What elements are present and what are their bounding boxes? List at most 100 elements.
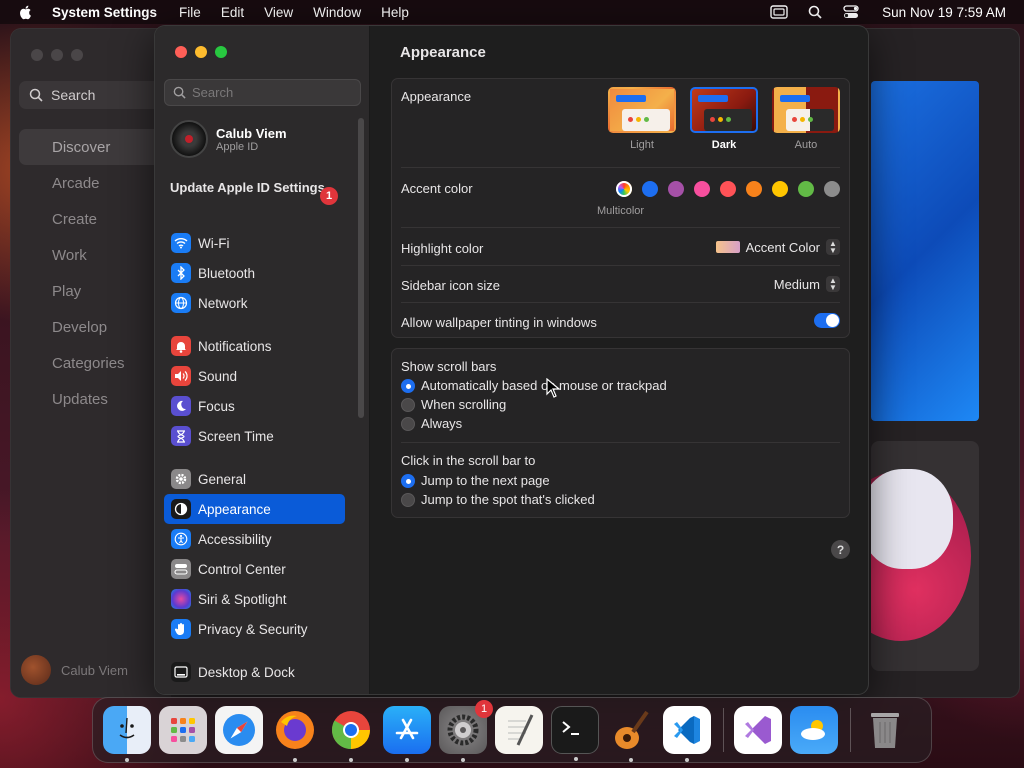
sidebar-scrollbar[interactable] [358, 118, 364, 418]
accent-color-label: Accent color [401, 181, 473, 196]
app-store-nav-updates[interactable]: Updates [19, 381, 167, 417]
sidebar-item-wifi[interactable]: Wi-Fi [164, 228, 345, 258]
appearance-option-auto[interactable]: Auto [772, 87, 840, 151]
accent-pink-swatch[interactable] [694, 181, 710, 197]
menu-edit[interactable]: Edit [221, 5, 244, 20]
accent-orange-swatch[interactable] [746, 181, 762, 197]
app-store-nav-arcade[interactable]: Arcade [19, 165, 167, 201]
finder-icon[interactable] [103, 706, 151, 762]
trash-icon[interactable] [861, 706, 909, 754]
highlight-color-popup[interactable]: Accent Color ▲ ▼ [715, 239, 840, 255]
sidebar-item-label: Sound [198, 368, 238, 384]
settings-search-field[interactable] [164, 79, 361, 106]
appearance-pane: Appearance Appearance Light Dark Auto Ac… [371, 26, 868, 694]
sidebar-item-accessibility[interactable]: Accessibility [164, 524, 345, 554]
menu-app-name[interactable]: System Settings [52, 5, 157, 20]
visual-studio-icon[interactable] [734, 706, 782, 754]
highlight-color-label: Highlight color [401, 241, 484, 256]
accent-green-swatch[interactable] [798, 181, 814, 197]
app-store-search-placeholder: Search [51, 87, 96, 103]
featured-banner[interactable] [871, 81, 979, 421]
sidebar-item-notifications[interactable]: Notifications [164, 331, 345, 361]
appearance-label: Appearance [401, 89, 472, 104]
sidebar-icon-size-popup[interactable]: Medium ▲ ▼ [774, 276, 840, 292]
vscode-icon[interactable] [663, 706, 711, 762]
system-settings-icon[interactable]: 1 [439, 700, 493, 762]
app-store-nav-develop[interactable]: Develop [19, 309, 167, 345]
sidebar-item-label: Accessibility [198, 531, 272, 547]
apple-id-profile[interactable]: Calub Viem Apple ID [170, 120, 287, 158]
sidebar-item-label: Screen Time [198, 428, 274, 444]
app-store-account[interactable]: Calub Viem [21, 655, 128, 685]
menu-window[interactable]: Window [313, 5, 361, 20]
accent-purple-swatch[interactable] [668, 181, 684, 197]
radio-scroll-always[interactable]: Always [401, 416, 462, 431]
sidebar-item-bluetooth[interactable]: Bluetooth [164, 258, 345, 288]
terminal-icon[interactable] [551, 706, 599, 761]
menu-file[interactable]: File [179, 5, 201, 20]
divider [401, 167, 840, 168]
wallpaper-tinting-toggle[interactable] [814, 313, 840, 328]
firefox-icon[interactable] [271, 706, 319, 762]
sidebar-item-sound[interactable]: Sound [164, 361, 345, 391]
sidebar-item-appearance[interactable]: Appearance [164, 494, 345, 524]
app-store-search-field[interactable]: Search [19, 81, 169, 109]
radio-scroll-when-scrolling[interactable]: When scrolling [401, 397, 506, 412]
chrome-icon[interactable] [327, 706, 375, 762]
minimize-button[interactable] [195, 46, 207, 58]
safari-icon[interactable] [215, 706, 263, 754]
accent-blue-swatch[interactable] [642, 181, 658, 197]
radio-scroll-automatic[interactable]: Automatically based on mouse or trackpad [401, 378, 667, 393]
appearance-option-light[interactable]: Light [608, 87, 676, 151]
help-button[interactable]: ? [831, 540, 850, 559]
sidebar-item-label: Siri & Spotlight [198, 591, 287, 607]
app-store-icon[interactable] [383, 706, 431, 762]
sidebar-item-network[interactable]: Network [164, 288, 345, 318]
app-store-nav-work[interactable]: Work [19, 237, 167, 273]
app-store-nav-discover[interactable]: Discover [19, 129, 167, 165]
menu-view[interactable]: View [264, 5, 293, 20]
accent-red-swatch[interactable] [720, 181, 736, 197]
apple-menu-icon[interactable] [18, 4, 34, 20]
control-center-icon[interactable] [842, 4, 860, 20]
app-store-nav-create[interactable]: Create [19, 201, 167, 237]
accent-graphite-swatch[interactable] [824, 181, 840, 197]
sidebar-item-general[interactable]: General [164, 464, 345, 494]
app-store-nav-play[interactable]: Play [19, 273, 167, 309]
profile-name: Calub Viem [216, 125, 287, 141]
sidebar-item-focus[interactable]: Focus [164, 391, 345, 421]
appearance-option-dark[interactable]: Dark [690, 87, 758, 151]
update-apple-id-settings[interactable]: Update Apple ID Settings [170, 180, 340, 196]
radio-jump-next-page[interactable]: Jump to the next page [401, 473, 550, 488]
radio-jump-to-spot[interactable]: Jump to the spot that's clicked [401, 492, 595, 507]
launchpad-icon[interactable] [159, 706, 207, 754]
sidebar-item-label: Bluetooth [198, 265, 256, 281]
show-scroll-bars-label: Show scroll bars [401, 359, 497, 374]
accent-selected-caption: Multicolor [597, 205, 645, 217]
sidebar-item-siri-spotlight[interactable]: Siri & Spotlight [164, 584, 345, 614]
screen-mirroring-icon[interactable] [770, 4, 788, 20]
sidebar-item-screen-time[interactable]: Screen Time [164, 421, 345, 451]
weather-icon[interactable] [790, 706, 838, 754]
menu-bar-clock[interactable]: Sun Nov 19 7:59 AM [882, 5, 1006, 20]
app-store-nav-categories[interactable]: Categories [19, 345, 167, 381]
accent-multicolor-swatch[interactable] [616, 181, 632, 197]
featured-app-card[interactable] [871, 441, 979, 671]
speaker-icon [171, 366, 191, 386]
accent-yellow-swatch[interactable] [772, 181, 788, 197]
settings-search-input[interactable] [192, 85, 352, 100]
sidebar-item-control-center[interactable]: Control Center [164, 554, 345, 584]
menu-help[interactable]: Help [381, 5, 409, 20]
scroll-bars-group: Show scroll bars Automatically based on … [391, 348, 850, 518]
bell-icon [171, 336, 191, 356]
sidebar-item-privacy-security[interactable]: Privacy & Security [164, 614, 345, 644]
sidebar-item-label: Focus [198, 398, 235, 414]
sidebar-item-desktop-dock[interactable]: Desktop & Dock [164, 657, 345, 687]
garageband-icon[interactable] [607, 706, 655, 762]
radio-button [401, 397, 415, 412]
textedit-icon[interactable] [495, 706, 543, 754]
spotlight-search-icon[interactable] [806, 4, 824, 20]
close-button[interactable] [175, 46, 187, 58]
accessibility-icon [171, 529, 191, 549]
zoom-button[interactable] [215, 46, 227, 58]
